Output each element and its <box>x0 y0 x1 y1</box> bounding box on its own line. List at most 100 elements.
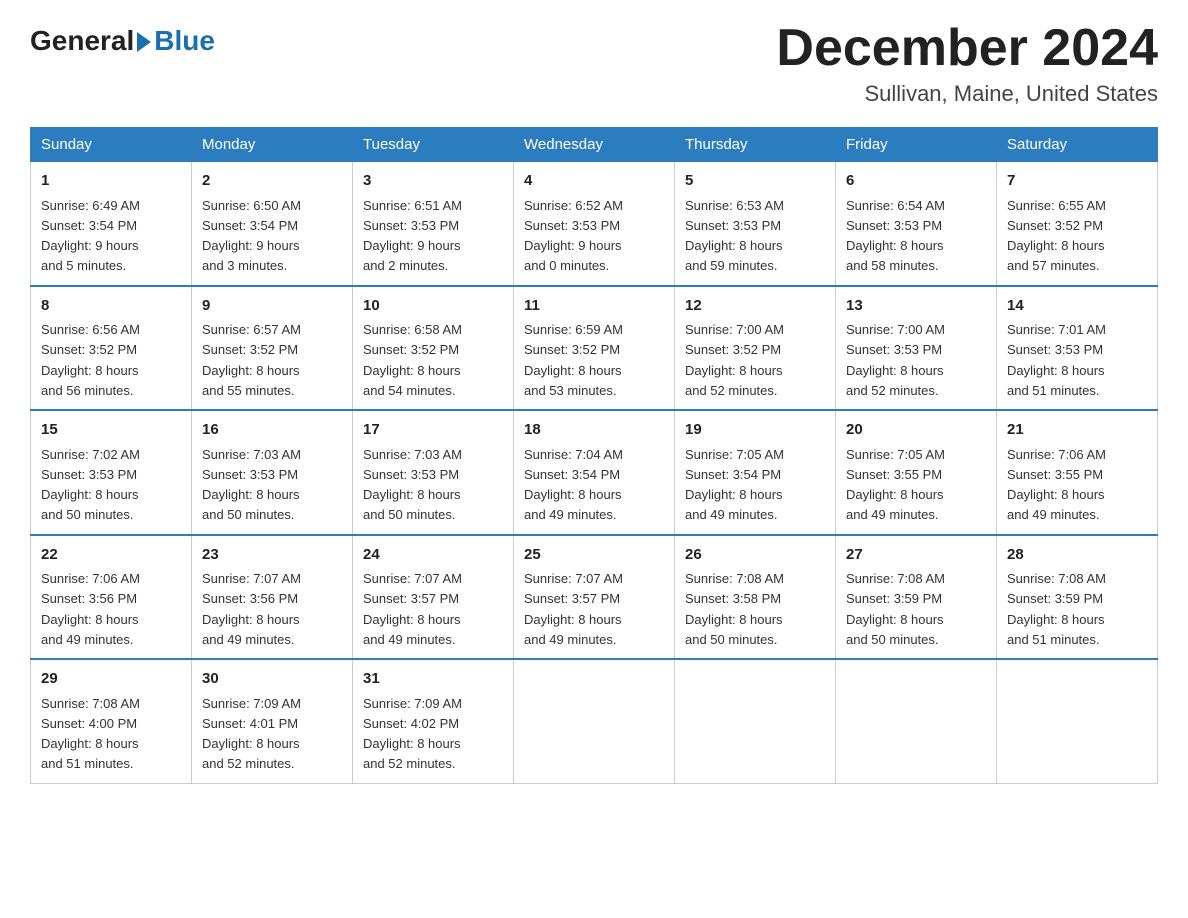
day-number: 1 <box>41 170 181 193</box>
day-info: Sunrise: 7:00 AMSunset: 3:52 PMDaylight:… <box>685 322 784 398</box>
day-info: Sunrise: 7:06 AMSunset: 3:56 PMDaylight:… <box>41 571 140 647</box>
day-info: Sunrise: 7:09 AMSunset: 4:01 PMDaylight:… <box>202 696 301 772</box>
table-row: 8 Sunrise: 6:56 AMSunset: 3:52 PMDaylight… <box>31 286 192 411</box>
table-row: 13 Sunrise: 7:00 AMSunset: 3:53 PMDayligh… <box>836 286 997 411</box>
col-saturday: Saturday <box>997 128 1158 162</box>
table-row: 25 Sunrise: 7:07 AMSunset: 3:57 PMDayligh… <box>514 535 675 660</box>
day-number: 23 <box>202 544 342 567</box>
day-info: Sunrise: 7:07 AMSunset: 3:56 PMDaylight:… <box>202 571 301 647</box>
day-info: Sunrise: 7:08 AMSunset: 4:00 PMDaylight:… <box>41 696 140 772</box>
day-info: Sunrise: 7:05 AMSunset: 3:55 PMDaylight:… <box>846 447 945 523</box>
page-header: General Blue December 2024 Sullivan, Mai… <box>30 20 1158 107</box>
day-number: 30 <box>202 668 342 691</box>
day-info: Sunrise: 7:02 AMSunset: 3:53 PMDaylight:… <box>41 447 140 523</box>
table-row: 17 Sunrise: 7:03 AMSunset: 3:53 PMDayligh… <box>353 410 514 535</box>
day-info: Sunrise: 7:08 AMSunset: 3:59 PMDaylight:… <box>1007 571 1106 647</box>
col-monday: Monday <box>192 128 353 162</box>
table-row: 11 Sunrise: 6:59 AMSunset: 3:52 PMDayligh… <box>514 286 675 411</box>
day-info: Sunrise: 7:07 AMSunset: 3:57 PMDaylight:… <box>363 571 462 647</box>
title-area: December 2024 Sullivan, Maine, United St… <box>776 20 1158 107</box>
logo: General Blue <box>30 20 215 57</box>
day-number: 4 <box>524 170 664 193</box>
week-row-4: 22 Sunrise: 7:06 AMSunset: 3:56 PMDayligh… <box>31 535 1158 660</box>
day-info: Sunrise: 6:57 AMSunset: 3:52 PMDaylight:… <box>202 322 301 398</box>
location-subtitle: Sullivan, Maine, United States <box>776 81 1158 107</box>
table-row: 9Sunrise: 6:57 AMSunset: 3:52 PMDaylight… <box>192 286 353 411</box>
table-row: 14 Sunrise: 7:01 AMSunset: 3:53 PMDayligh… <box>997 286 1158 411</box>
day-number: 24 <box>363 544 503 567</box>
week-row-5: 29 Sunrise: 7:08 AMSunset: 4:00 PMDayligh… <box>31 659 1158 783</box>
day-number: 15 <box>41 419 181 442</box>
month-title: December 2024 <box>776 20 1158 77</box>
day-number: 10 <box>363 295 503 318</box>
day-number: 6 <box>846 170 986 193</box>
day-number: 27 <box>846 544 986 567</box>
day-number: 17 <box>363 419 503 442</box>
table-row: 10 Sunrise: 6:58 AMSunset: 3:52 PMDayligh… <box>353 286 514 411</box>
day-info: Sunrise: 6:58 AMSunset: 3:52 PMDaylight:… <box>363 322 462 398</box>
day-info: Sunrise: 7:09 AMSunset: 4:02 PMDaylight:… <box>363 696 462 772</box>
table-row: 22 Sunrise: 7:06 AMSunset: 3:56 PMDayligh… <box>31 535 192 660</box>
day-number: 16 <box>202 419 342 442</box>
day-info: Sunrise: 7:03 AMSunset: 3:53 PMDaylight:… <box>363 447 462 523</box>
table-row <box>514 659 675 783</box>
day-info: Sunrise: 6:53 AMSunset: 3:53 PMDaylight:… <box>685 198 784 274</box>
day-number: 19 <box>685 419 825 442</box>
day-number: 20 <box>846 419 986 442</box>
logo-general-text: General <box>30 25 134 57</box>
day-number: 26 <box>685 544 825 567</box>
col-tuesday: Tuesday <box>353 128 514 162</box>
day-number: 28 <box>1007 544 1147 567</box>
day-info: Sunrise: 7:00 AMSunset: 3:53 PMDaylight:… <box>846 322 945 398</box>
table-row: 28 Sunrise: 7:08 AMSunset: 3:59 PMDayligh… <box>997 535 1158 660</box>
table-row: 19Sunrise: 7:05 AMSunset: 3:54 PMDayligh… <box>675 410 836 535</box>
col-wednesday: Wednesday <box>514 128 675 162</box>
table-row: 5Sunrise: 6:53 AMSunset: 3:53 PMDaylight… <box>675 162 836 286</box>
week-row-1: 1 Sunrise: 6:49 AMSunset: 3:54 PMDaylight… <box>31 162 1158 286</box>
header-row: Sunday Monday Tuesday Wednesday Thursday… <box>31 128 1158 162</box>
day-number: 11 <box>524 295 664 318</box>
table-row: 18Sunrise: 7:04 AMSunset: 3:54 PMDayligh… <box>514 410 675 535</box>
table-row: 16Sunrise: 7:03 AMSunset: 3:53 PMDayligh… <box>192 410 353 535</box>
day-info: Sunrise: 6:56 AMSunset: 3:52 PMDaylight:… <box>41 322 140 398</box>
day-number: 21 <box>1007 419 1147 442</box>
table-row: 3Sunrise: 6:51 AMSunset: 3:53 PMDaylight… <box>353 162 514 286</box>
day-info: Sunrise: 6:49 AMSunset: 3:54 PMDaylight:… <box>41 198 140 274</box>
day-info: Sunrise: 7:07 AMSunset: 3:57 PMDaylight:… <box>524 571 623 647</box>
table-row: 6 Sunrise: 6:54 AMSunset: 3:53 PMDaylight… <box>836 162 997 286</box>
logo-blue-text: Blue <box>154 25 215 57</box>
day-number: 8 <box>41 295 181 318</box>
day-info: Sunrise: 6:52 AMSunset: 3:53 PMDaylight:… <box>524 198 623 274</box>
table-row: 7 Sunrise: 6:55 AMSunset: 3:52 PMDaylight… <box>997 162 1158 286</box>
table-row <box>675 659 836 783</box>
day-number: 14 <box>1007 295 1147 318</box>
day-number: 12 <box>685 295 825 318</box>
day-info: Sunrise: 7:01 AMSunset: 3:53 PMDaylight:… <box>1007 322 1106 398</box>
table-row: 26Sunrise: 7:08 AMSunset: 3:58 PMDayligh… <box>675 535 836 660</box>
day-number: 29 <box>41 668 181 691</box>
table-row: 27 Sunrise: 7:08 AMSunset: 3:59 PMDayligh… <box>836 535 997 660</box>
day-number: 3 <box>363 170 503 193</box>
day-info: Sunrise: 7:08 AMSunset: 3:59 PMDaylight:… <box>846 571 945 647</box>
day-number: 7 <box>1007 170 1147 193</box>
table-row: 21 Sunrise: 7:06 AMSunset: 3:55 PMDayligh… <box>997 410 1158 535</box>
table-row: 2Sunrise: 6:50 AMSunset: 3:54 PMDaylight… <box>192 162 353 286</box>
day-info: Sunrise: 7:06 AMSunset: 3:55 PMDaylight:… <box>1007 447 1106 523</box>
day-info: Sunrise: 6:54 AMSunset: 3:53 PMDaylight:… <box>846 198 945 274</box>
table-row: 23 Sunrise: 7:07 AMSunset: 3:56 PMDayligh… <box>192 535 353 660</box>
table-row: 31Sunrise: 7:09 AMSunset: 4:02 PMDayligh… <box>353 659 514 783</box>
day-number: 13 <box>846 295 986 318</box>
table-row: 4 Sunrise: 6:52 AMSunset: 3:53 PMDaylight… <box>514 162 675 286</box>
day-number: 22 <box>41 544 181 567</box>
calendar-table: Sunday Monday Tuesday Wednesday Thursday… <box>30 127 1158 784</box>
col-friday: Friday <box>836 128 997 162</box>
day-info: Sunrise: 6:55 AMSunset: 3:52 PMDaylight:… <box>1007 198 1106 274</box>
week-row-3: 15 Sunrise: 7:02 AMSunset: 3:53 PMDayligh… <box>31 410 1158 535</box>
day-number: 25 <box>524 544 664 567</box>
day-number: 2 <box>202 170 342 193</box>
day-info: Sunrise: 6:59 AMSunset: 3:52 PMDaylight:… <box>524 322 623 398</box>
day-info: Sunrise: 7:04 AMSunset: 3:54 PMDaylight:… <box>524 447 623 523</box>
table-row <box>997 659 1158 783</box>
table-row: 30 Sunrise: 7:09 AMSunset: 4:01 PMDayligh… <box>192 659 353 783</box>
col-thursday: Thursday <box>675 128 836 162</box>
